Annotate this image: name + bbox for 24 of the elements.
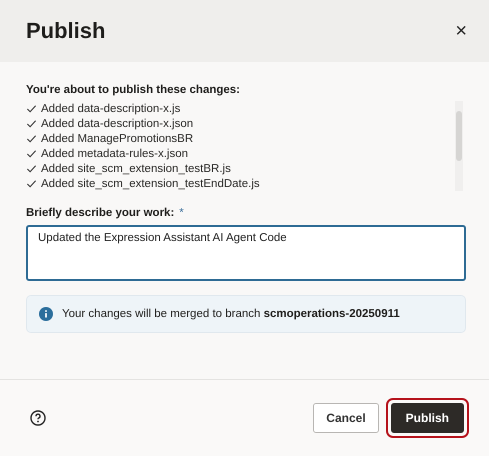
change-item: Added site_scm_extension_testBR.js: [41, 162, 231, 174]
change-item: Added ManagePromotionsBR: [41, 132, 194, 144]
change-item: Added data-description-x.js: [41, 102, 180, 114]
field-label: Briefly describe your work:: [26, 207, 174, 219]
description-field[interactable]: Updated the Expression Assistant AI Agent Code: [26, 225, 466, 281]
check-icon: [26, 133, 37, 144]
scrollbar[interactable]: [455, 101, 463, 191]
info-message: Your changes will be merged to branch scmoperations-20250911: [62, 308, 400, 320]
info-icon: [39, 307, 53, 321]
changes-heading: You're about to publish these changes:: [26, 84, 242, 96]
required-mark: *: [179, 207, 184, 219]
change-item: Added metadata-rules-x.json: [41, 148, 188, 160]
publish-button[interactable]: Publish: [390, 403, 464, 433]
close-button[interactable]: ×: [451, 18, 471, 44]
check-icon: [26, 118, 37, 129]
check-icon: [26, 103, 37, 114]
check-icon: [26, 148, 37, 159]
cancel-button[interactable]: Cancel: [313, 403, 379, 433]
help-icon[interactable]: [30, 410, 46, 426]
change-item: Added data-description-x.json: [41, 118, 194, 130]
dialog-title: Publish: [26, 18, 106, 44]
change-item: Added site_scm_extension_testEndDate.js: [41, 178, 260, 190]
check-icon: [26, 163, 37, 174]
check-icon: [26, 178, 37, 189]
